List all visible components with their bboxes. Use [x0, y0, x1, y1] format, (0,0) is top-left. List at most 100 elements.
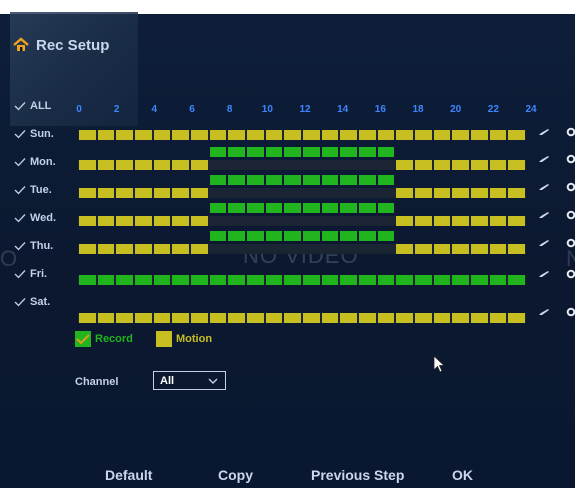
schedule-cell-motion[interactable] [209, 313, 227, 323]
schedule-cell-motion[interactable] [489, 216, 507, 226]
schedule-cell-record[interactable] [303, 203, 320, 213]
schedule-cell-motion[interactable] [209, 130, 227, 140]
schedule-cell-motion[interactable] [452, 216, 469, 226]
schedule-cell-motion[interactable] [172, 188, 189, 198]
schedule-cell-motion[interactable] [396, 130, 413, 140]
day-checkbox-all[interactable]: ALL [14, 100, 51, 112]
schedule-cell-motion[interactable] [153, 313, 171, 323]
schedule-cell-motion[interactable] [284, 130, 301, 140]
schedule-cell-motion[interactable] [191, 130, 208, 140]
day-checkbox-mon[interactable]: Mon. [14, 156, 56, 168]
schedule-cell-record[interactable] [209, 147, 227, 157]
ok-button[interactable]: OK [452, 467, 473, 483]
schedule-cell-motion[interactable] [247, 130, 264, 140]
schedule-cell-record[interactable] [359, 231, 376, 241]
schedule-cell-motion[interactable] [452, 244, 469, 254]
schedule-cell-motion[interactable] [97, 130, 115, 140]
schedule-cell-motion[interactable] [489, 130, 507, 140]
schedule-cell-record[interactable] [303, 175, 320, 185]
schedule-timeline-fri[interactable] [78, 262, 526, 287]
schedule-cell-record[interactable] [359, 275, 376, 285]
schedule-cell-motion[interactable] [135, 244, 152, 254]
schedule-cell-motion[interactable] [116, 188, 133, 198]
schedule-cell-motion[interactable] [172, 216, 189, 226]
schedule-cell-motion[interactable] [415, 216, 432, 226]
schedule-cell-record[interactable] [340, 203, 357, 213]
edit-icon[interactable] [538, 128, 550, 136]
schedule-cell-motion[interactable] [377, 130, 395, 140]
schedule-cell-motion[interactable] [79, 160, 96, 170]
schedule-cell-record[interactable] [321, 175, 339, 185]
schedule-timeline-sun[interactable] [78, 130, 526, 142]
schedule-cell-record[interactable] [116, 275, 133, 285]
schedule-cell-record[interactable] [153, 275, 171, 285]
schedule-cell-motion[interactable] [79, 313, 96, 323]
schedule-cell-motion[interactable] [116, 313, 133, 323]
schedule-cell-motion[interactable] [97, 160, 115, 170]
schedule-cell-motion[interactable] [135, 216, 152, 226]
schedule-cell-motion[interactable] [172, 313, 189, 323]
schedule-cell-record[interactable] [321, 275, 339, 285]
schedule-cell-motion[interactable] [191, 216, 208, 226]
schedule-cell-motion[interactable] [153, 130, 171, 140]
schedule-cell-motion[interactable] [415, 244, 432, 254]
gear-icon[interactable] [566, 182, 575, 192]
schedule-cell-motion[interactable] [508, 188, 525, 198]
schedule-cell-record[interactable] [265, 231, 283, 241]
schedule-cell-motion[interactable] [471, 313, 488, 323]
edit-icon[interactable] [538, 211, 550, 219]
day-checkbox-thu[interactable]: Thu. [14, 240, 53, 252]
schedule-cell-motion[interactable] [97, 188, 115, 198]
schedule-cell-record[interactable] [284, 175, 301, 185]
schedule-cell-record[interactable] [377, 231, 395, 241]
schedule-cell-motion[interactable] [489, 160, 507, 170]
schedule-cell-record[interactable] [321, 231, 339, 241]
schedule-cell-record[interactable] [396, 275, 413, 285]
schedule-cell-motion[interactable] [433, 188, 451, 198]
schedule-cell-record[interactable] [247, 275, 264, 285]
schedule-cell-record[interactable] [284, 147, 301, 157]
schedule-timeline-sat[interactable] [78, 300, 526, 325]
schedule-cell-record[interactable] [303, 231, 320, 241]
schedule-cell-motion[interactable] [508, 160, 525, 170]
schedule-cell-record[interactable] [265, 175, 283, 185]
schedule-cell-motion[interactable] [321, 313, 339, 323]
schedule-cell-record[interactable] [340, 231, 357, 241]
schedule-cell-record[interactable] [377, 203, 395, 213]
schedule-cell-record[interactable] [415, 275, 432, 285]
schedule-cell-motion[interactable] [135, 188, 152, 198]
schedule-cell-motion[interactable] [359, 313, 376, 323]
schedule-cell-record[interactable] [265, 147, 283, 157]
schedule-cell-record[interactable] [209, 175, 227, 185]
edit-icon[interactable] [538, 308, 550, 316]
schedule-timeline-wed[interactable] [78, 203, 526, 228]
schedule-cell-record[interactable] [228, 147, 245, 157]
gear-icon[interactable] [566, 210, 575, 220]
day-checkbox-fri[interactable]: Fri. [14, 268, 47, 280]
schedule-cell-motion[interactable] [396, 188, 413, 198]
schedule-cell-record[interactable] [284, 275, 301, 285]
schedule-cell-motion[interactable] [415, 313, 432, 323]
schedule-timeline-thu[interactable] [78, 231, 526, 256]
schedule-cell-record[interactable] [191, 275, 208, 285]
schedule-cell-motion[interactable] [79, 216, 96, 226]
schedule-cell-record[interactable] [209, 203, 227, 213]
day-checkbox-sat[interactable]: Sat. [14, 296, 50, 308]
edit-icon[interactable] [538, 239, 550, 247]
schedule-cell-record[interactable] [284, 203, 301, 213]
schedule-cell-motion[interactable] [265, 313, 283, 323]
schedule-cell-motion[interactable] [97, 313, 115, 323]
day-checkbox-tue[interactable]: Tue. [14, 184, 52, 196]
schedule-cell-motion[interactable] [433, 130, 451, 140]
edit-icon[interactable] [538, 270, 550, 278]
schedule-cell-motion[interactable] [508, 130, 525, 140]
schedule-cell-motion[interactable] [303, 313, 320, 323]
schedule-cell-motion[interactable] [79, 188, 96, 198]
schedule-cell-motion[interactable] [471, 160, 488, 170]
schedule-cell-motion[interactable] [489, 244, 507, 254]
schedule-cell-motion[interactable] [303, 130, 320, 140]
schedule-cell-record[interactable] [247, 175, 264, 185]
schedule-cell-motion[interactable] [452, 188, 469, 198]
schedule-cell-motion[interactable] [508, 313, 525, 323]
previous-step-button[interactable]: Previous Step [311, 467, 404, 483]
